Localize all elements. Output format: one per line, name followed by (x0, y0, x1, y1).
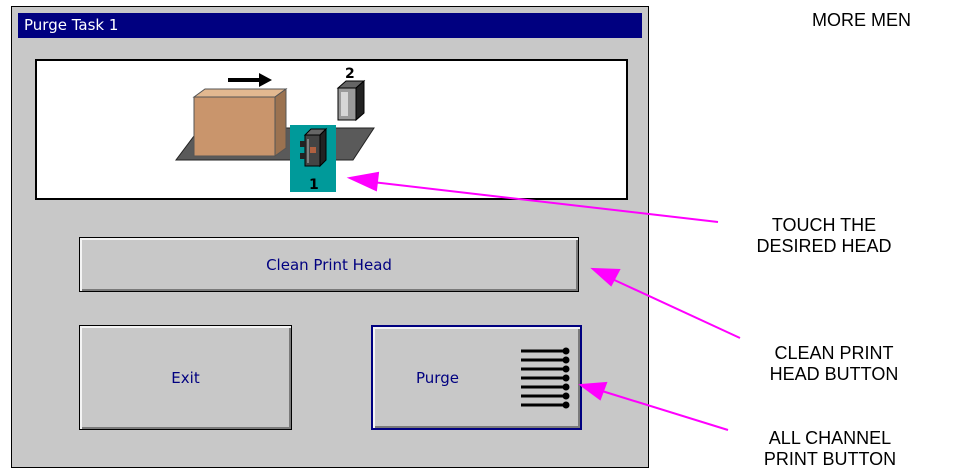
all-channel-callout: ALL CHANNEL PRINT BUTTON (730, 428, 930, 470)
purge-button[interactable]: Purge (371, 325, 582, 430)
touch-head-callout: TOUCH THE DESIRED HEAD (724, 215, 924, 257)
touch-head-line-1: TOUCH THE (771, 215, 877, 235)
print-head-2-icon (336, 79, 366, 122)
clean-print-head-button[interactable]: Clean Print Head (79, 237, 579, 292)
all-channel-line-1: ALL CHANNEL (768, 428, 892, 448)
head-2-label: 2 (345, 66, 355, 82)
window-title: Purge Task 1 (18, 13, 642, 38)
touch-head-line-2: DESIRED HEAD (756, 236, 892, 256)
direction-arrow-icon (228, 73, 272, 87)
more-menu-callout: MORE MEN (812, 10, 911, 30)
conveyor-illustration: 2 1 (175, 66, 375, 193)
clean-line-1: CLEAN PRINT (774, 343, 894, 363)
print-head-scene: 2 1 (35, 59, 628, 200)
purge-label: Purge (416, 368, 459, 387)
head-1-label[interactable]: 1 (309, 177, 319, 193)
exit-label: Exit (171, 368, 200, 387)
purge-task-window: Purge Task 1 2 1 Clean Print Head Exit P… (11, 6, 649, 468)
exit-button[interactable]: Exit (79, 325, 292, 430)
clean-button-callout: CLEAN PRINT HEAD BUTTON (734, 343, 934, 385)
product-box (192, 88, 288, 157)
all-channels-icon (521, 347, 570, 409)
all-channel-line-2: PRINT BUTTON (763, 449, 897, 469)
clean-print-head-label: Clean Print Head (266, 255, 392, 274)
clean-line-2: HEAD BUTTON (769, 364, 899, 384)
